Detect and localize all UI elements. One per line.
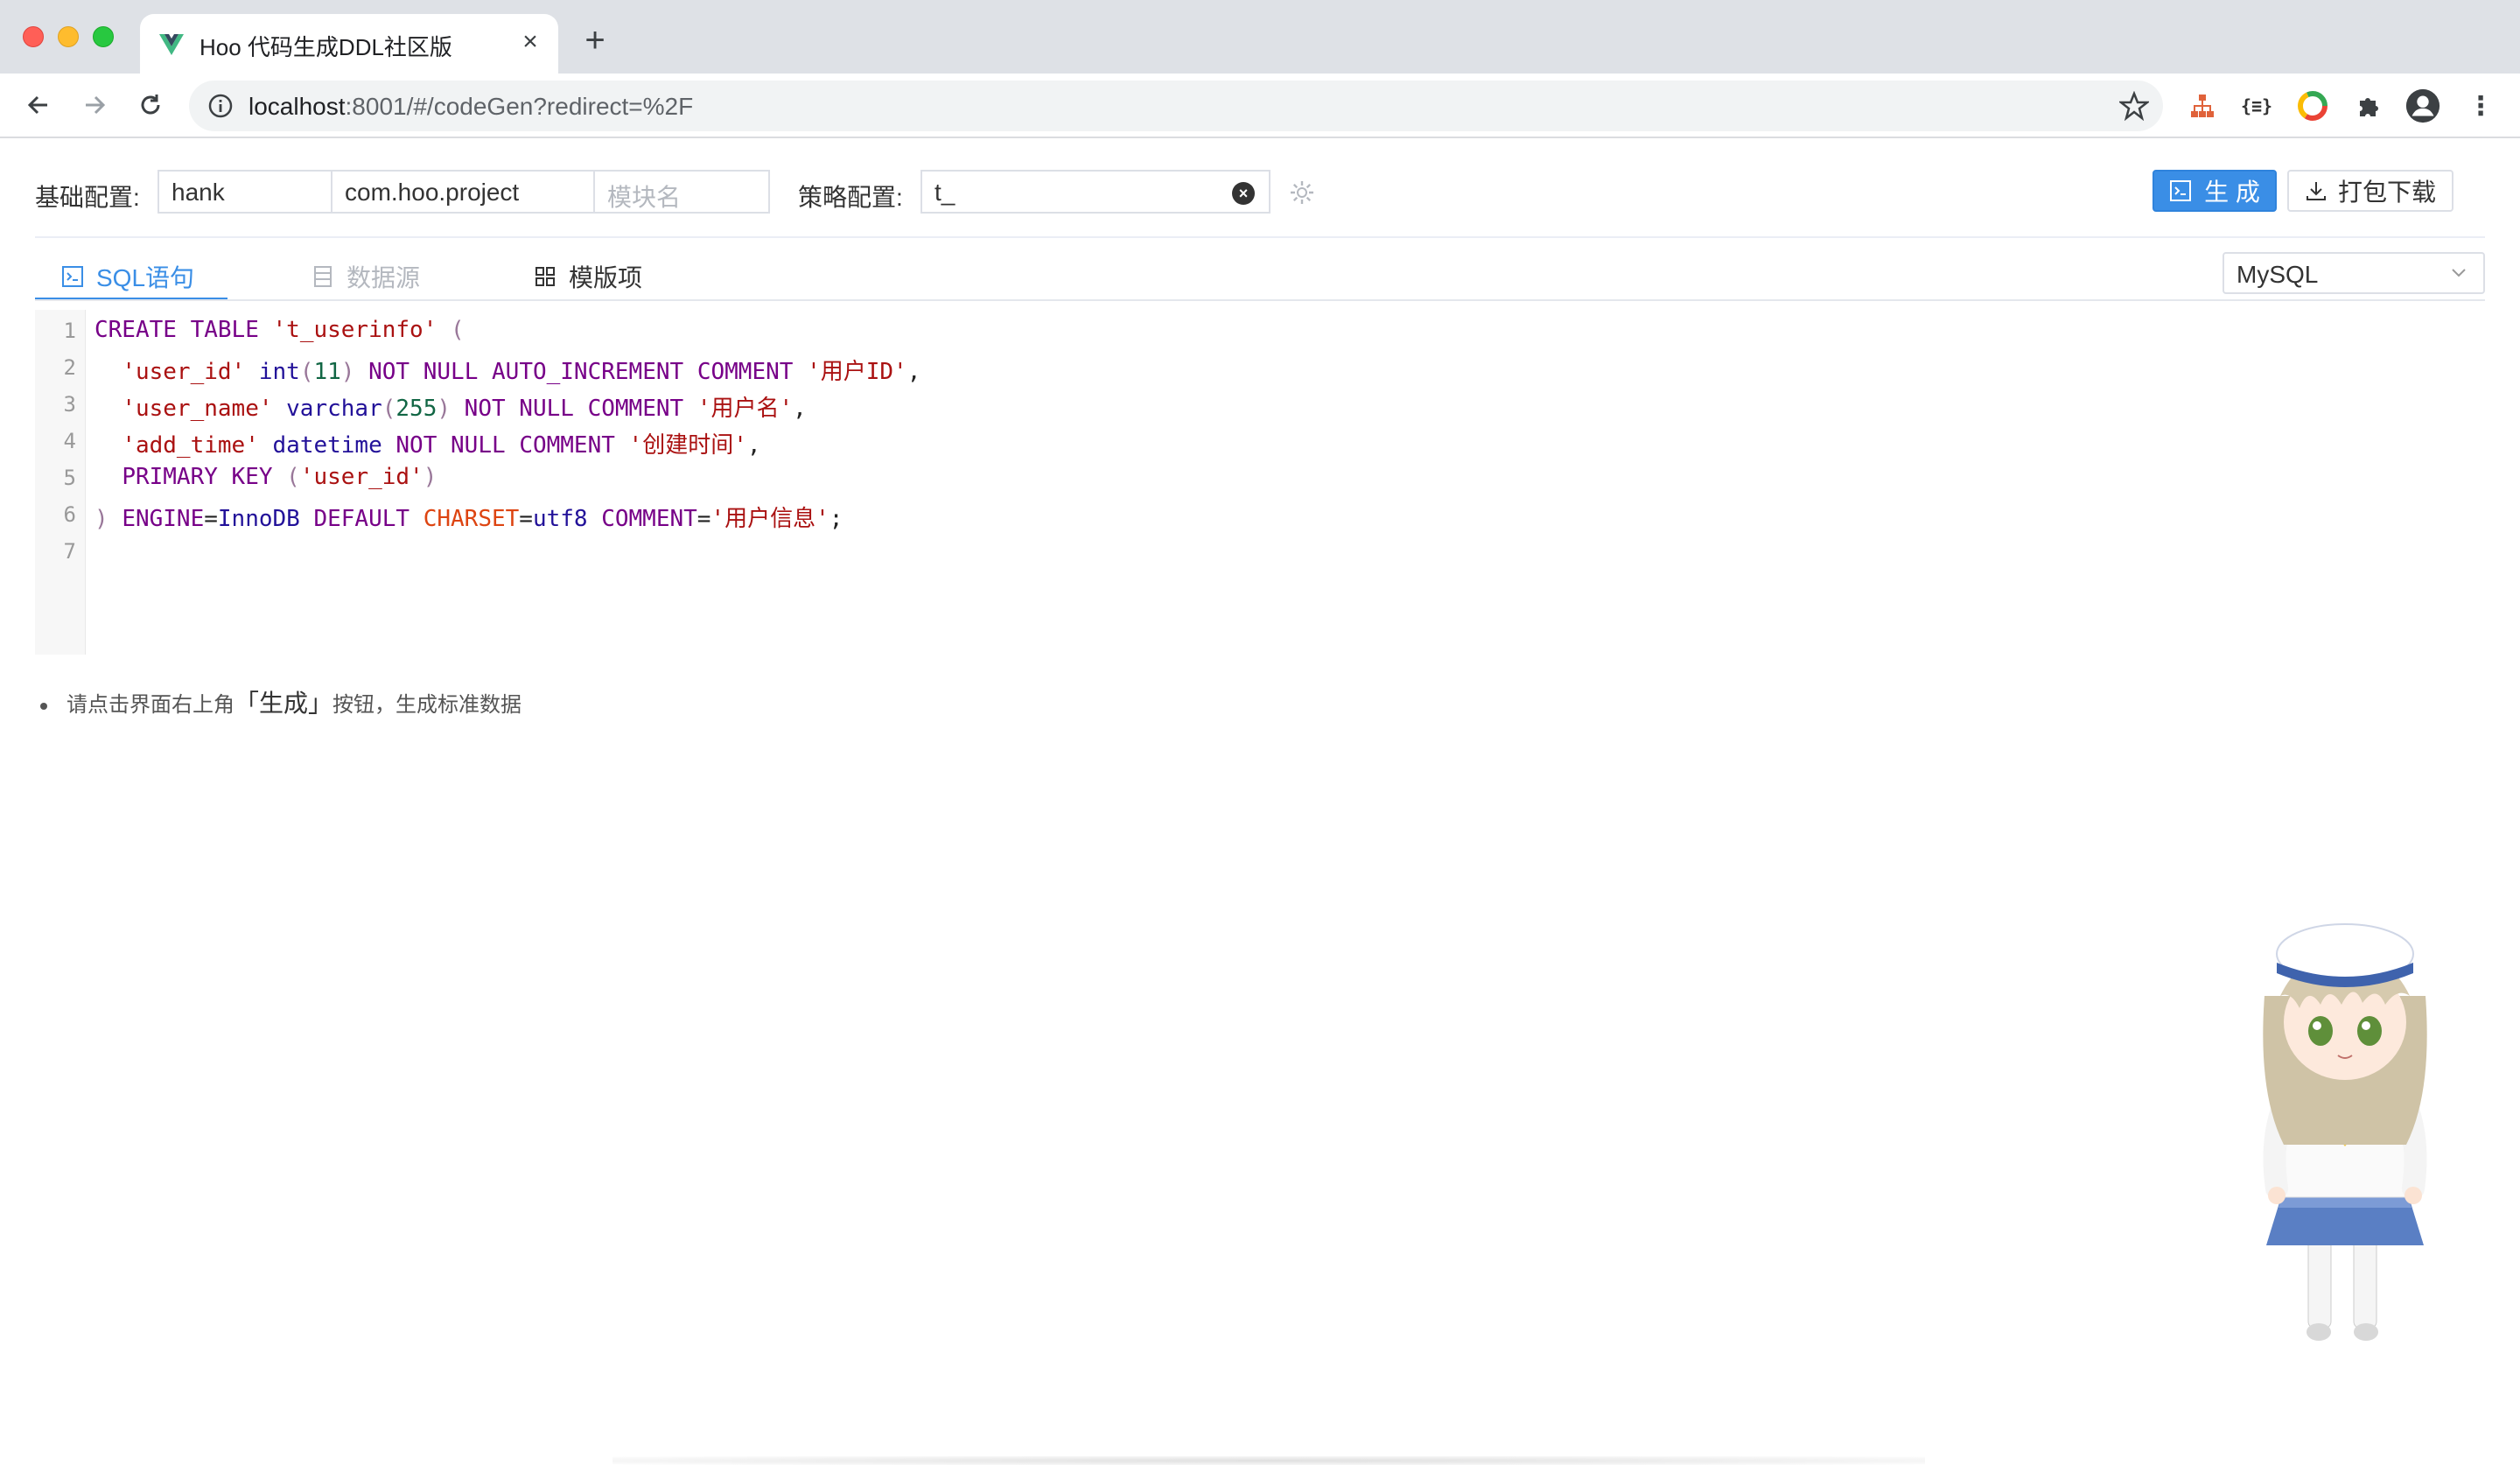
back-button[interactable] xyxy=(19,86,58,124)
module-name-input[interactable]: 模块名 xyxy=(593,170,770,214)
vue-logo-icon xyxy=(159,34,184,55)
code-line: 'user_name' varchar(255) NOT NULL COMMEN… xyxy=(122,396,807,422)
document-icon xyxy=(314,266,332,287)
line-number: 5 xyxy=(63,466,76,490)
mascot-character-image[interactable] xyxy=(2222,900,2468,1355)
code-line: 'user_id' int(11) NOT NULL AUTO_INCREMEN… xyxy=(122,359,921,385)
database-type-select[interactable]: MySQL xyxy=(2222,252,2485,294)
generate-label: 生 成 xyxy=(2204,179,2260,206)
info-icon[interactable] xyxy=(206,92,234,120)
download-icon xyxy=(2306,182,2326,200)
url-text: localhost:8001/#/codeGen?redirect=%2F xyxy=(248,93,694,120)
bullet-icon xyxy=(40,702,47,710)
line-number: 1 xyxy=(63,319,76,343)
reload-icon xyxy=(141,95,160,115)
chrome-color-extension-icon[interactable] xyxy=(2294,88,2331,124)
browser-tab[interactable]: Hoo 代码生成DDL社区版 × xyxy=(140,14,558,74)
config-row: 基础配置: hank com.hoo.project 模块名 策略配置: t_ … xyxy=(35,170,2485,214)
line-number: 6 xyxy=(63,502,76,527)
tip-prefix: 请点击界面右上角 xyxy=(66,693,234,717)
sql-code-editor[interactable]: 1 2 3 4 5 6 7 CREATE TABLE 't_userinfo' … xyxy=(35,310,2485,655)
generate-tip: 请点击界面右上角「生成」按钮，生成标准数据 xyxy=(40,684,522,719)
tab-sql-label: SQL语句 xyxy=(96,264,195,291)
package-input[interactable]: com.hoo.project xyxy=(331,170,595,214)
profile-avatar-icon[interactable] xyxy=(2404,88,2441,124)
bottom-scroll-shadow xyxy=(612,1456,1925,1465)
tab-datasource[interactable]: 数据源 xyxy=(312,252,420,301)
json-extension-icon[interactable]: {≡} xyxy=(2238,88,2275,124)
tab-title: Hoo 代码生成DDL社区版 xyxy=(200,34,452,60)
config-divider xyxy=(35,236,2485,238)
minimize-window-button[interactable] xyxy=(58,26,79,47)
forward-button[interactable] xyxy=(75,86,114,124)
code-line: PRIMARY KEY ('user_id') xyxy=(122,464,438,490)
line-number: 3 xyxy=(63,392,76,417)
grid-icon xyxy=(536,267,555,286)
gear-icon[interactable] xyxy=(1288,179,1316,207)
code-line: ) ENGINE=InnoDB DEFAULT CHARSET=utf8 COM… xyxy=(94,506,844,532)
download-package-button[interactable]: 打包下载 xyxy=(2287,170,2454,212)
download-label: 打包下载 xyxy=(2337,179,2436,206)
tabs-baseline xyxy=(35,299,2485,301)
terminal-icon xyxy=(62,266,83,287)
table-prefix-input[interactable]: t_ × xyxy=(920,170,1270,214)
arrow-right-icon xyxy=(86,95,106,115)
reload-button[interactable] xyxy=(131,86,170,124)
tip-suffix: 按钮，生成标准数据 xyxy=(332,693,522,717)
generate-button[interactable]: 生 成 xyxy=(2152,170,2277,212)
close-window-button[interactable] xyxy=(23,26,44,47)
code-generator-page: 基础配置: hank com.hoo.project 模块名 策略配置: t_ … xyxy=(0,138,2520,1465)
author-input[interactable]: hank xyxy=(158,170,332,214)
chevron-down-icon xyxy=(2452,269,2466,277)
tab-datasource-label: 数据源 xyxy=(346,264,421,291)
maximize-window-button[interactable] xyxy=(93,26,114,47)
sitemap-extension-icon[interactable] xyxy=(2184,88,2221,124)
code-line: 'add_time' datetime NOT NULL COMMENT '创建… xyxy=(122,432,761,459)
puzzle-extensions-icon[interactable] xyxy=(2350,88,2387,124)
tab-templates-label: 模版项 xyxy=(569,264,643,291)
line-number: 4 xyxy=(63,429,76,453)
code-line: CREATE TABLE 't_userinfo' ( xyxy=(94,317,465,343)
editor-tabs: SQL语句 数据源 模版项 xyxy=(35,252,2485,301)
line-number: 7 xyxy=(63,539,76,564)
tab-sql[interactable]: SQL语句 xyxy=(61,252,194,301)
address-bar[interactable]: localhost:8001/#/codeGen?redirect=%2F xyxy=(189,81,2163,131)
clear-icon[interactable]: × xyxy=(1232,182,1255,205)
arrow-left-icon xyxy=(27,95,47,115)
basic-config-label: 基础配置: xyxy=(35,184,140,211)
line-number-gutter: 1 2 3 4 5 6 7 xyxy=(35,310,86,655)
database-type-value: MySQL xyxy=(2236,261,2319,288)
line-number: 2 xyxy=(63,355,76,380)
browser-toolbar: localhost:8001/#/codeGen?redirect=%2F {≡… xyxy=(0,74,2520,138)
tip-highlight: 「生成」 xyxy=(234,690,333,717)
tab-close-icon[interactable]: × xyxy=(514,26,546,58)
browser-tab-bar: Hoo 代码生成DDL社区版 × + xyxy=(0,0,2520,74)
bookmark-star-icon[interactable] xyxy=(2119,91,2149,121)
terminal-icon xyxy=(2170,180,2192,201)
browser-menu-icon[interactable]: ⋮ xyxy=(2462,88,2499,124)
strategy-config-label: 策略配置: xyxy=(798,184,903,211)
tab-templates[interactable]: 模版项 xyxy=(534,252,642,301)
table-prefix-value: t_ xyxy=(934,179,956,206)
new-tab-button[interactable]: + xyxy=(578,23,612,58)
